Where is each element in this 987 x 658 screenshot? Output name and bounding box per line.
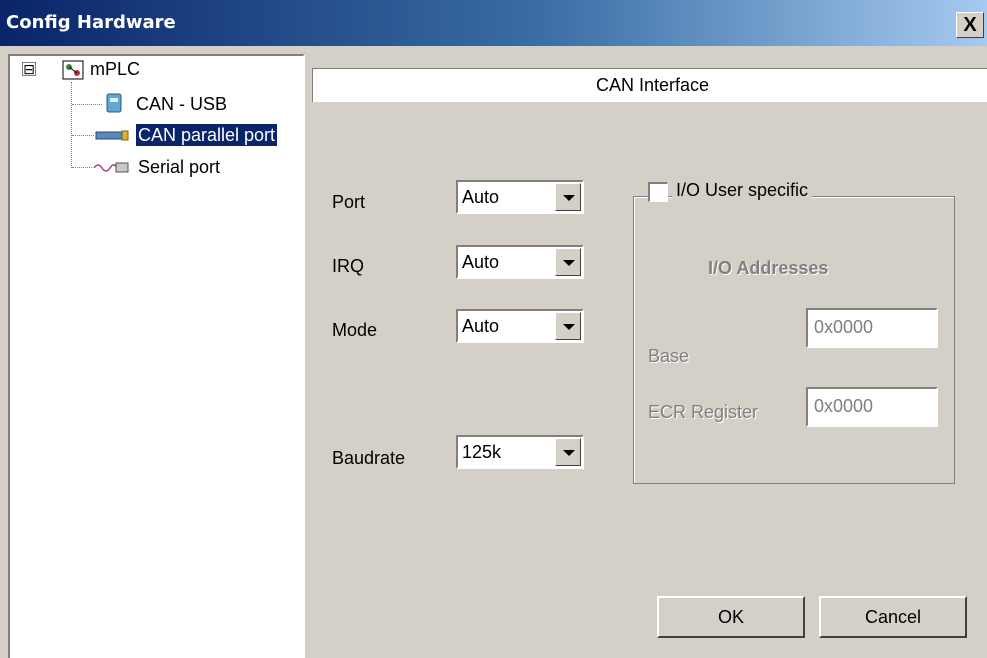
port-value: Auto (462, 187, 500, 207)
tree-root-mplc[interactable]: mPLC (90, 58, 140, 80)
tree-item-can-parallel-port[interactable]: CAN parallel port (136, 124, 278, 146)
title-bar[interactable]: Config Hardware X (0, 0, 987, 46)
ok-button[interactable]: OK (657, 596, 805, 638)
baudrate-select[interactable]: 125k (456, 435, 584, 469)
chevron-down-icon[interactable] (555, 248, 581, 276)
tree-connector (72, 135, 94, 136)
port-label: Port (332, 192, 366, 212)
network-icon (62, 60, 84, 85)
panel-header: CAN Interface (312, 68, 987, 102)
io-addresses-title: I/O Addresses (708, 258, 829, 278)
cancel-button[interactable]: Cancel (819, 596, 967, 638)
tree-item-serial-port[interactable]: Serial port (138, 156, 220, 178)
window-title: Config Hardware (6, 12, 176, 33)
port-select[interactable]: Auto (456, 180, 584, 214)
io-user-specific-label[interactable]: I/O User specific (672, 180, 813, 201)
io-user-specific-checkbox[interactable] (648, 182, 668, 202)
baudrate-value: 125k (462, 442, 502, 462)
chevron-down-icon[interactable] (555, 183, 581, 211)
tree-connector (71, 82, 72, 168)
irq-select[interactable]: Auto (456, 245, 584, 279)
usb-device-icon (104, 92, 124, 119)
mode-select[interactable]: Auto (456, 309, 584, 343)
collapse-icon[interactable]: ⊟ (22, 62, 36, 76)
mode-label: Mode (332, 320, 378, 340)
baudrate-label: Baudrate (332, 448, 406, 468)
irq-label: IRQ (332, 256, 365, 276)
chevron-down-icon[interactable] (555, 438, 581, 466)
chevron-down-icon[interactable] (555, 312, 581, 340)
parallel-port-icon (94, 126, 130, 149)
ecr-register-value: 0x0000 (814, 396, 874, 416)
irq-value: Auto (462, 252, 500, 272)
ecr-register-label: ECR Register (648, 402, 759, 422)
mode-value: Auto (462, 316, 500, 336)
tree-item-can-usb[interactable]: CAN - USB (136, 93, 227, 115)
base-label: Base (648, 346, 690, 366)
tree-connector (72, 167, 92, 168)
base-address-field[interactable]: 0x0000 (806, 308, 938, 348)
tree-connector (72, 104, 102, 105)
ecr-register-field[interactable]: 0x0000 (806, 387, 938, 427)
base-address-value: 0x0000 (814, 317, 874, 337)
close-button[interactable]: X (956, 12, 984, 38)
serial-port-icon (92, 158, 130, 181)
